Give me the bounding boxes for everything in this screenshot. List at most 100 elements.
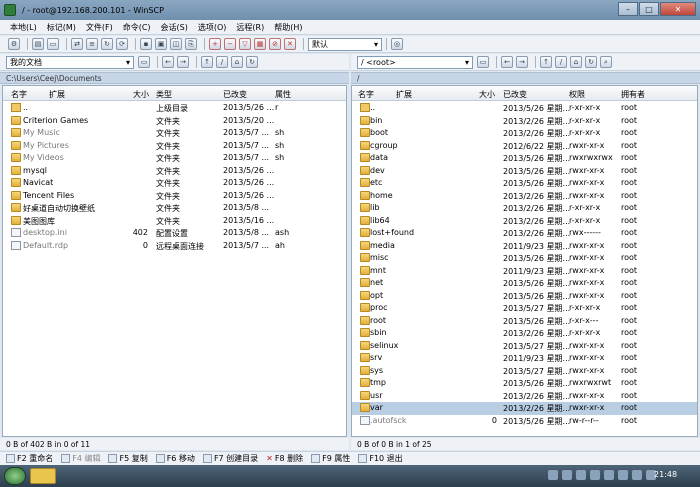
local-path-select[interactable]: 我的文档 ▾ [6, 55, 134, 69]
sync-browse-icon[interactable]: ⇄ [71, 38, 83, 50]
copy-button[interactable]: F5 复制 [108, 453, 148, 464]
menu-session[interactable]: 会话(S) [161, 22, 188, 33]
file-row[interactable]: boot 2013/2/26 星期... r-xr-xr-x root [352, 127, 697, 140]
parent-folder-icon[interactable]: ↑ [201, 56, 213, 68]
stop-icon[interactable]: ✕ [284, 38, 296, 50]
file-row[interactable]: usr 2013/2/26 星期... rwxr-xr-x root [352, 390, 697, 403]
file-row[interactable]: My Pictures 文件夹 2013/5/7 ... sh [3, 140, 346, 153]
menu-options[interactable]: 选项(O) [198, 22, 227, 33]
find-files-icon[interactable]: ⌕ [600, 56, 612, 68]
network-icon[interactable] [576, 470, 586, 480]
start-button[interactable] [4, 467, 26, 485]
tray-icon[interactable] [548, 470, 558, 480]
file-row[interactable]: lib64 2013/2/26 星期... r-xr-xr-x root [352, 215, 697, 228]
back-icon[interactable]: ← [162, 56, 174, 68]
remote-path-select[interactable]: / <root> ▾ [357, 55, 473, 69]
queue-icon[interactable]: ▤ [32, 38, 44, 50]
file-row[interactable]: data 2013/5/26 星期... rwxrwxrwx root [352, 152, 697, 165]
file-row[interactable]: tmp 2013/5/26 星期... rwxrwxrwt root [352, 377, 697, 390]
file-row[interactable]: .autofsck 0 2013/5/26 星期... rw-r--r-- root [352, 415, 697, 428]
transfer-options-icon[interactable]: ◎ [391, 38, 403, 50]
local-file-panel[interactable]: 名字 扩展 大小 类型 已改变 属性 .. 上级目录 2013/5/26 ... r C… [2, 85, 347, 437]
root-folder-icon[interactable]: / [216, 56, 228, 68]
parent-folder-icon[interactable]: ↑ [540, 56, 552, 68]
menu-file[interactable]: 文件(F) [86, 22, 113, 33]
clock[interactable]: 21:48 [654, 470, 677, 479]
terminal-icon[interactable]: ▭ [47, 38, 59, 50]
compare-icon[interactable]: ≡ [86, 38, 98, 50]
file-row[interactable]: etc 2013/5/26 星期... rwxr-xr-x root [352, 177, 697, 190]
file-row[interactable]: Tencent Files 文件夹 2013/5/26 ... [3, 190, 346, 203]
back-icon[interactable]: ← [501, 56, 513, 68]
forward-icon[interactable]: → [516, 56, 528, 68]
home-icon[interactable]: ⌂ [570, 56, 582, 68]
unselect-all-icon[interactable]: − [224, 38, 236, 50]
file-row[interactable]: .. 2013/5/26 星期... r-xr-xr-x root [352, 102, 697, 115]
lock-icon[interactable]: ▦ [254, 38, 266, 50]
column-changed[interactable]: 已改变 [503, 89, 527, 100]
file-row[interactable]: My Music 文件夹 2013/5/7 ... sh [3, 127, 346, 140]
rename-button[interactable]: F2 重命名 [6, 453, 53, 464]
file-row[interactable]: cgroup 2012/6/22 星期... rwxr-xr-x root [352, 140, 697, 153]
move-button[interactable]: F6 移动 [155, 453, 195, 464]
menu-local[interactable]: 本地(L) [10, 22, 37, 33]
column-rights[interactable]: 权限 [569, 89, 585, 100]
column-name[interactable]: 名字 [358, 89, 374, 100]
refresh-icon[interactable]: ↻ [585, 56, 597, 68]
column-ext[interactable]: 扩展 [49, 89, 65, 100]
keyboard-icon[interactable] [618, 470, 628, 480]
file-row[interactable]: root 2013/5/26 星期... r-xr-x--- root [352, 315, 697, 328]
create-directory-button[interactable]: F7 创建目录 [202, 453, 258, 464]
refresh-icon[interactable]: ⟳ [116, 38, 128, 50]
remote-file-panel[interactable]: 名字 扩展 大小 已改变 权限 拥有者 .. 2013/5/26 星期... r-x… [351, 85, 698, 437]
filter-icon[interactable]: ▽ [239, 38, 251, 50]
file-row[interactable]: misc 2013/5/26 星期... rwxr-xr-x root [352, 252, 697, 265]
menu-help[interactable]: 帮助(H) [274, 22, 302, 33]
menu-commands[interactable]: 命令(C) [123, 22, 151, 33]
session-icon[interactable]: ◫ [170, 38, 182, 50]
minimize-button[interactable]: – [618, 2, 638, 16]
flag-icon[interactable] [632, 470, 642, 480]
menu-mark[interactable]: 标记(M) [47, 22, 76, 33]
title-bar[interactable]: / - root@192.168.200.101 - WinSCP – □ ✕ [0, 0, 700, 20]
properties-button[interactable]: F9 属性 [311, 453, 350, 464]
file-row[interactable]: mnt 2011/9/23 星期... rwxr-xr-x root [352, 265, 697, 278]
file-row[interactable]: selinux 2013/5/27 星期... rwxr-xr-x root [352, 340, 697, 353]
user-icon[interactable] [590, 470, 600, 480]
file-row[interactable]: sys 2013/5/27 星期... rwxr-xr-x root [352, 365, 697, 378]
file-row[interactable]: proc 2013/5/27 星期... r-xr-xr-x root [352, 302, 697, 315]
help-icon[interactable] [562, 470, 572, 480]
file-row[interactable]: opt 2013/5/26 星期... rwxr-xr-x root [352, 290, 697, 303]
file-row[interactable]: 好桌道自动切换壁纸 文件夹 2013/5/8 ... [3, 202, 346, 215]
close-button[interactable]: ✕ [660, 2, 696, 16]
file-row[interactable]: Criterion Games 文件夹 2013/5/20 ... [3, 115, 346, 128]
open-folder-icon[interactable]: ▭ [477, 56, 489, 68]
file-row[interactable]: bin 2013/2/26 星期... r-xr-xr-x root [352, 115, 697, 128]
file-row[interactable]: mysql 文件夹 2013/5/26 ... [3, 165, 346, 178]
volume-icon[interactable] [604, 470, 614, 480]
transfer-settings-select[interactable]: 默认 ▾ [308, 37, 382, 51]
file-row[interactable]: srv 2011/9/23 星期... rwxr-xr-x root [352, 352, 697, 365]
file-row[interactable]: lib 2013/2/26 星期... r-xr-xr-x root [352, 202, 697, 215]
preferences-icon[interactable]: ⚙ [8, 38, 20, 50]
file-row[interactable]: home 2013/2/26 星期... rwxr-xr-x root [352, 190, 697, 203]
column-size[interactable]: 大小 [479, 89, 495, 100]
file-row[interactable]: Default.rdp 0 远程桌面连接 2013/5/7 ... ah [3, 240, 346, 253]
file-row[interactable]: My Videos 文件夹 2013/5/7 ... sh [3, 152, 346, 165]
synchronize-icon[interactable]: ↻ [101, 38, 113, 50]
column-ext[interactable]: 扩展 [396, 89, 412, 100]
column-type[interactable]: 类型 [156, 89, 172, 100]
file-row[interactable]: lost+found 2013/2/26 星期... rwx------ root [352, 227, 697, 240]
taskbar-explorer-icon[interactable] [30, 468, 56, 484]
delete-button[interactable]: ✕ F8 删除 [266, 453, 303, 464]
refresh-icon[interactable]: ↻ [246, 56, 258, 68]
column-changed[interactable]: 已改变 [223, 89, 247, 100]
file-row[interactable]: sbin 2013/2/26 星期... r-xr-xr-x root [352, 327, 697, 340]
maximize-button[interactable]: □ [639, 2, 659, 16]
select-all-icon[interactable]: + [209, 38, 221, 50]
file-row[interactable]: 美图图库 文件夹 2013/5/16 ... [3, 215, 346, 228]
putty-icon[interactable]: ▣ [155, 38, 167, 50]
file-row[interactable]: Navicat 文件夹 2013/5/26 ... [3, 177, 346, 190]
file-row[interactable]: .. 上级目录 2013/5/26 ... r [3, 102, 346, 115]
home-icon[interactable]: ⌂ [231, 56, 243, 68]
